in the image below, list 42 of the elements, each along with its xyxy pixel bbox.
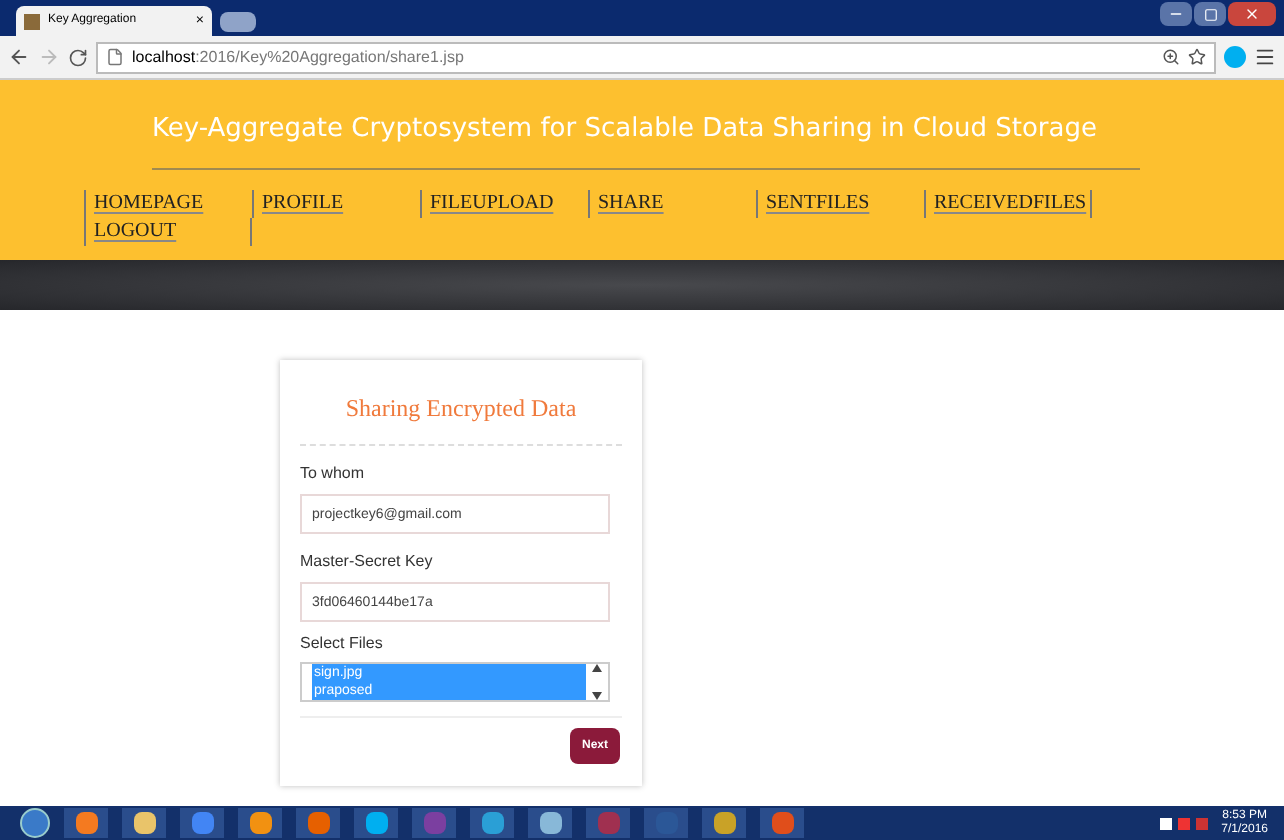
nav-link[interactable]: SHARE [588,190,756,218]
close-button[interactable] [1228,2,1276,26]
field-label: Select Files [300,632,385,656]
form-title: Sharing Encrypted Data [345,394,577,422]
star-icon[interactable] [1188,48,1206,66]
app-icon[interactable] [528,808,572,838]
maximize-button[interactable] [1194,2,1226,26]
app-icon[interactable] [470,808,514,838]
close-icon [1244,6,1260,22]
app-icon[interactable] [702,808,746,838]
app-icon[interactable] [238,808,282,838]
extension-icon[interactable] [1224,46,1246,68]
nav-link[interactable]: PROFILE [252,190,420,218]
nav-link[interactable]: HOMEPAGE [84,190,252,218]
app-icon[interactable] [296,808,340,838]
nav-link[interactable]: FILEUPLOAD [420,190,588,218]
nav-link[interactable]: RECEIVEDFILES [924,190,1092,218]
address-bar[interactable]: localhost:2016/Key%20Aggregation/share1.jsp [96,41,1216,73]
app-icon[interactable] [122,808,166,838]
page-icon [24,13,40,29]
scroll-down-icon[interactable] [592,692,602,700]
app-icon[interactable] [354,808,398,838]
field-label: Master-Secret Key [300,550,435,574]
menu-icon[interactable] [1254,46,1276,68]
new-tab-button[interactable] [220,12,256,32]
field-label: To whom [300,462,367,486]
page-icon [106,48,124,66]
app-icon[interactable] [64,808,108,838]
reload-icon[interactable] [68,47,88,67]
nav-link[interactable]: LOGOUT [84,218,252,246]
scroll-up-icon[interactable] [592,664,602,672]
scrollbar[interactable] [586,664,608,700]
maximize-icon [1203,7,1217,21]
url-text: localhost:2016/Key%20Aggregation/share1.jsp [132,45,464,69]
minimize-button[interactable] [1160,2,1192,26]
app-icon[interactable] [180,808,224,838]
zoom-icon[interactable] [1162,48,1180,66]
nav-link[interactable]: SENTFILES [756,190,924,218]
app-icon[interactable] [760,808,804,838]
site-title: Key-Aggregate Cryptosystem for Scalable Data Sharing in Cloud Storage [152,114,1097,144]
back-icon[interactable] [8,46,30,68]
start-button[interactable] [20,808,50,838]
